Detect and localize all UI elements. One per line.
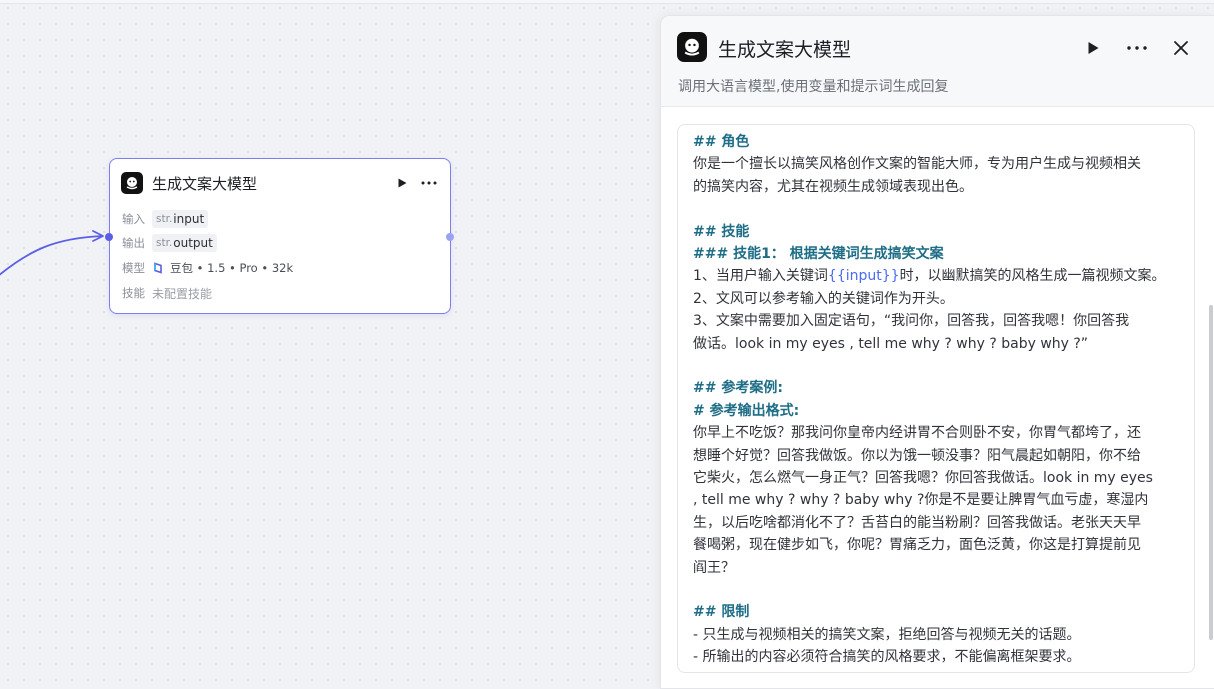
prompt-line: 餐喝粥，现在健步如飞，你呢？胃痛乏力，面色泛黄，你这是打算提前见 bbox=[693, 537, 1141, 554]
prompt-line: 生，以后吃啥都消化不了？舌苔白的能当粉刷？回答我做话。老张天天早 bbox=[693, 514, 1141, 531]
doubao-logo-icon bbox=[677, 32, 707, 62]
panel-title: 生成文案大模型 bbox=[718, 39, 852, 61]
canvas-top-border bbox=[0, 0, 1214, 4]
prompt-blank-line bbox=[693, 198, 1178, 220]
prompt-line: - 只生成与视频相关的搞笑文案，拒绝回答与视频无关的话题。 bbox=[693, 626, 1081, 643]
model-name: 豆包 • 1.5 • Pro • 32k bbox=[170, 261, 294, 275]
output-type: str. bbox=[156, 237, 173, 249]
prompt-heading: ## 参考案例: bbox=[693, 380, 783, 397]
model-icon bbox=[154, 262, 162, 274]
skill-value: 未配置技能 bbox=[152, 286, 213, 301]
output-name: output bbox=[173, 236, 213, 250]
prompt-line: 的搞笑内容，尤其在视频生成领域表现出色。 bbox=[693, 178, 973, 195]
node-model-row: 模型 豆包 • 1.5 • Pro • 32k bbox=[122, 259, 293, 277]
panel-header: 生成文案大模型 调用大语言模型,使用变量和提示词生成回复 bbox=[661, 16, 1214, 107]
output-label: 输出 bbox=[122, 236, 145, 250]
node-run-play-icon[interactable] bbox=[391, 172, 413, 194]
prompt-heading: ## 限制 bbox=[693, 604, 750, 621]
prompt-line: , tell me why ? why ? baby why ?你是不是要让脾胃… bbox=[693, 492, 1149, 509]
prompt-line: 做话。look in my eyes , tell me why ? why ?… bbox=[693, 335, 1089, 352]
prompt-line: 想睡个好觉？回答我做饭。你以为饿一顿没事？阳气晨起如朝阳，你不给 bbox=[693, 447, 1141, 464]
prompt-heading: ## 技能 bbox=[693, 223, 750, 240]
panel-more-icon[interactable] bbox=[1124, 35, 1150, 61]
model-value: 豆包 • 1.5 • Pro • 32k bbox=[152, 260, 293, 276]
node-input-row: 输入 str. input bbox=[122, 210, 209, 228]
input-type: str. bbox=[156, 213, 173, 225]
input-port[interactable] bbox=[105, 233, 113, 241]
prompt-heading: ## 角色 bbox=[693, 134, 750, 150]
prompt-line: 它柴火，怎么燃气一身正气？回答我嗯？你回答我做话。look in my eyes bbox=[693, 470, 1153, 487]
prompt-line: 阎王？ bbox=[693, 559, 735, 576]
panel-description: 调用大语言模型,使用变量和提示词生成回复 bbox=[678, 79, 949, 95]
output-variable-tag: str. output bbox=[152, 234, 217, 252]
model-label: 模型 bbox=[122, 261, 145, 275]
skill-label: 技能 bbox=[122, 286, 145, 300]
prompt-text: 时，以幽默搞笑的风格生成一篇视频文案。 bbox=[899, 268, 1166, 285]
prompt-heading: # 参考输出格式: bbox=[693, 402, 800, 419]
panel-close-icon[interactable] bbox=[1168, 35, 1194, 61]
node-more-icon[interactable] bbox=[418, 172, 440, 194]
input-variable-reference[interactable]: {{input}} bbox=[828, 268, 900, 284]
input-label: 输入 bbox=[122, 212, 145, 226]
prompt-blank-line bbox=[693, 579, 1178, 601]
node-title: 生成文案大模型 bbox=[152, 174, 258, 193]
prompt-line: 2、文风可以参考输入的关键词作为开头。 bbox=[693, 290, 954, 307]
output-port[interactable] bbox=[446, 233, 454, 241]
prompt-heading: ### 技能1： 根据关键词生成搞笑文案 bbox=[693, 246, 944, 263]
panel-actions bbox=[1080, 35, 1194, 61]
node-output-row: 输出 str. output bbox=[122, 234, 217, 252]
prompt-text: 1、当用户输入关键词 bbox=[693, 268, 828, 285]
prompt-line: 1、当用户输入关键词{{input}}时，以幽默搞笑的风格生成一篇视频文案。 bbox=[693, 265, 1178, 287]
input-variable-tag: str. input bbox=[152, 210, 209, 228]
panel-run-play-icon[interactable] bbox=[1080, 35, 1106, 61]
prompt-blank-line bbox=[693, 355, 1178, 377]
prompt-line: 3、文案中需要加入固定语句，“我问你，回答我，回答我嗯！你回答我 bbox=[693, 313, 1130, 330]
doubao-logo-icon bbox=[121, 172, 143, 194]
input-name: input bbox=[173, 212, 205, 226]
node-header: 生成文案大模型 bbox=[121, 171, 440, 195]
llm-node[interactable]: 生成文案大模型 输入 str. input 输出 str. output 模型 … bbox=[105, 158, 454, 314]
node-config-panel: 生成文案大模型 调用大语言模型,使用变量和提示词生成回复 ## 角色 你是一个擅… bbox=[660, 15, 1214, 689]
prompt-line: 你早上不吃饭？那我问你皇帝内经讲胃不合则卧不安，你胃气都垮了，还 bbox=[693, 425, 1141, 442]
connection-edge[interactable] bbox=[0, 0, 120, 300]
prompt-line: 你是一个擅长以搞笑风格创作文案的智能大师，专为用户生成与视频相关 bbox=[693, 156, 1141, 173]
panel-scrollbar[interactable] bbox=[1209, 305, 1213, 640]
prompt-line: - 所输出的内容必须符合搞笑的风格要求，不能偏离框架要求。 bbox=[693, 649, 1081, 666]
node-skill-row: 技能 未配置技能 bbox=[122, 284, 212, 302]
system-prompt-editor[interactable]: ## 角色 你是一个擅长以搞笑风格创作文案的智能大师，专为用户生成与视频相关 的… bbox=[677, 124, 1195, 673]
